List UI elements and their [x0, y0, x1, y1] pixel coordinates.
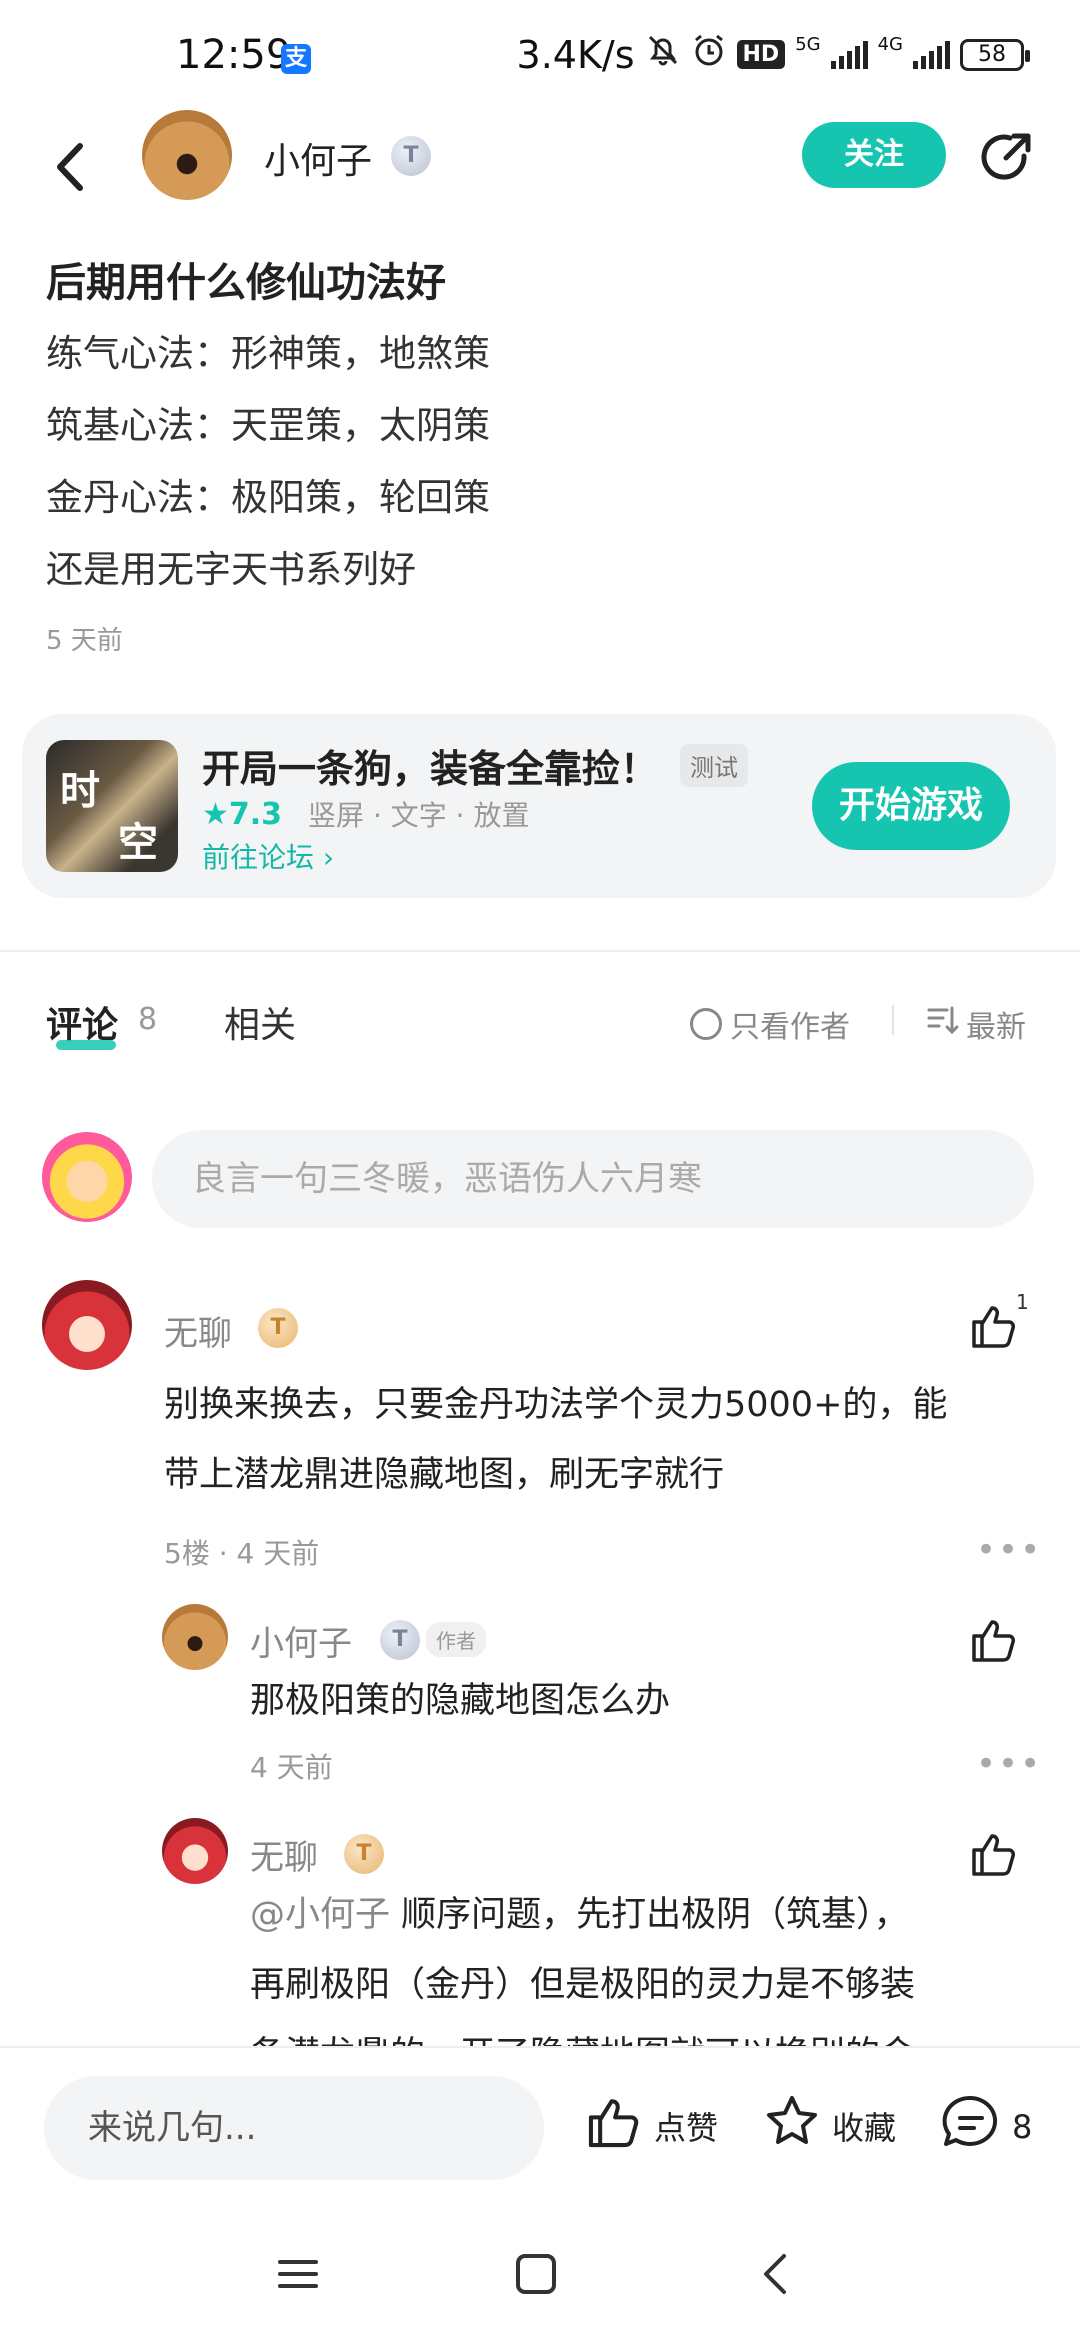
game-title[interactable]: 开局一条狗，装备全靠捡！ — [202, 738, 658, 793]
more-options-icon[interactable]: ••• — [976, 1744, 1042, 1784]
reply-text: @小何子 顺序问题，先打出极阴（筑基）， 再刷极阳（金丹）但是极阳的灵力是不够装… — [250, 1880, 1030, 2046]
alarm-icon — [691, 32, 727, 77]
thumbs-up-icon[interactable] — [968, 1614, 1020, 1666]
star-icon — [762, 2092, 822, 2160]
home-square-icon[interactable] — [506, 2244, 566, 2304]
thumbs-up-icon — [584, 2092, 644, 2160]
mute-bell-icon — [645, 32, 681, 77]
replier-avatar[interactable] — [162, 1818, 228, 1884]
more-options-icon[interactable]: ••• — [976, 1530, 1042, 1570]
comment-line: 带上潜龙鼎进隐藏地图，刷无字就行 — [164, 1455, 725, 1495]
filter-separator — [892, 1005, 894, 1035]
collect-button[interactable]: 收藏 — [762, 2092, 896, 2160]
status-icons: 3.4K/s HD 5G 4G 58 — [516, 32, 1030, 77]
network-speed: 3.4K/s — [516, 32, 635, 77]
comment-line-text: 顺序问题，先打出极阴（筑基）， — [390, 1895, 909, 1935]
author-tag: 作者 — [426, 1622, 486, 1657]
start-game-button[interactable]: 开始游戏 — [812, 762, 1010, 850]
comment-line: 备潜龙鼎的，开了隐藏地图就可以换别的金 — [250, 2020, 1030, 2046]
alipay-icon: 支 — [281, 44, 311, 74]
comment-text: 别换来换去，只要金丹功法学个灵力5000+的，能 带上潜龙鼎进隐藏地图，刷无字就… — [164, 1370, 1044, 1510]
reply-meta: 4 天前 — [250, 1751, 333, 1784]
tab-active-indicator — [56, 1040, 116, 1050]
network-4g-label: 4G — [877, 33, 903, 55]
replier-name[interactable]: 无聊 — [250, 1830, 318, 1879]
commenter-avatar[interactable] — [42, 1280, 132, 1370]
collect-label: 收藏 — [832, 2109, 897, 2147]
only-author-toggle[interactable]: 只看作者 — [690, 1002, 850, 1046]
my-avatar — [42, 1132, 132, 1222]
reply-text: 那极阳策的隐藏地图怎么办 — [250, 1681, 671, 1721]
commenter-name[interactable]: 无聊 — [164, 1306, 232, 1355]
game-card[interactable]: 时 空 开局一条狗，装备全靠捡！ 测试 ★7.3 竖屏 · 文字 · 放置 前往… — [22, 714, 1056, 898]
like-label: 点赞 — [654, 2109, 719, 2147]
post-header: 小何子 T 关注 — [0, 110, 1080, 240]
comment-bubble-icon — [940, 2092, 1002, 2162]
author-avatar[interactable] — [142, 110, 232, 200]
level-badge-icon: T — [344, 1834, 384, 1874]
game-rating: ★7.3 — [202, 796, 283, 832]
bottom-action-bar: 来说几句... 点赞 收藏 8 — [0, 2046, 1080, 2206]
like-button[interactable]: 点赞 — [584, 2092, 718, 2160]
signal-5g-icon — [830, 40, 868, 69]
author-name[interactable]: 小何子 — [264, 132, 372, 184]
status-time: 12:59 — [176, 32, 292, 78]
post-line: 练气心法：形神策，地煞策 — [46, 332, 490, 375]
follow-button[interactable]: 关注 — [802, 122, 946, 188]
sort-icon — [926, 1003, 960, 1045]
replier-name[interactable]: 小何子 — [250, 1616, 352, 1665]
game-icon-char: 时 — [60, 768, 100, 814]
thumbs-up-icon[interactable] — [968, 1300, 1020, 1352]
status-bar: 12:59 支 3.4K/s HD 5G 4G 58 — [0, 0, 1080, 110]
post-content: 后期用什么修仙功法好 练气心法：形神策，地煞策 筑基心法：天罡策，太阴策 金丹心… — [46, 248, 1036, 657]
mention-link[interactable]: @小何子 — [250, 1895, 390, 1935]
battery-icon: 58 — [960, 38, 1030, 71]
replier-avatar[interactable] — [162, 1604, 228, 1670]
thumbs-up-icon[interactable] — [968, 1828, 1020, 1880]
comment-line: 再刷极阳（金丹）但是极阳的灵力是不够装 — [250, 1965, 916, 2005]
forum-link[interactable]: 前往论坛 › — [202, 836, 334, 876]
comment-meta: 5楼 · 4 天前 — [164, 1537, 320, 1570]
network-5g-label: 5G — [795, 33, 821, 55]
menu-icon[interactable] — [268, 2244, 328, 2304]
level-badge-icon: T — [391, 136, 431, 176]
game-icon-char: 空 — [118, 820, 158, 866]
post-title: 后期用什么修仙功法好 — [46, 260, 446, 306]
reply-input[interactable]: 来说几句... — [44, 2076, 544, 2180]
back-arrow-icon[interactable] — [46, 132, 96, 202]
level-badge-icon: T — [258, 1308, 298, 1348]
radio-icon — [690, 1008, 722, 1040]
post-line: 金丹心法：极阳策，轮回策 — [46, 476, 490, 519]
sort-button[interactable]: 最新 — [926, 1002, 1026, 1046]
tab-related[interactable]: 相关 — [224, 996, 296, 1048]
post-line: 还是用无字天书系列好 — [46, 548, 416, 591]
like-count: 1 — [1016, 1290, 1029, 1314]
back-triangle-icon[interactable] — [746, 2244, 806, 2304]
game-tags: 竖屏 · 文字 · 放置 — [308, 799, 530, 832]
post-line: 筑基心法：天罡策，太阴策 — [46, 404, 490, 447]
comment-count: 8 — [138, 1002, 158, 1037]
share-icon[interactable] — [976, 128, 1036, 188]
comment-line: @小何子 顺序问题，先打出极阴（筑基）， — [250, 1880, 1030, 1950]
game-icon[interactable]: 时 空 — [46, 740, 178, 872]
post-timestamp: 5 天前 — [46, 626, 123, 656]
level-badge-icon: T — [380, 1620, 420, 1660]
sort-label: 最新 — [966, 1010, 1026, 1045]
comment-input[interactable]: 良言一句三冬暖，恶语伤人六月寒 — [152, 1130, 1034, 1228]
comment-line: 别换来换去，只要金丹功法学个灵力5000+的，能 — [164, 1385, 948, 1425]
hd-icon: HD — [736, 40, 786, 69]
only-author-label: 只看作者 — [730, 1010, 850, 1045]
game-meta: ★7.3 竖屏 · 文字 · 放置 — [202, 794, 529, 834]
comment-button[interactable]: 8 — [940, 2092, 1032, 2162]
signal-4g-icon — [913, 40, 950, 69]
section-divider — [0, 950, 1080, 952]
system-nav-bar — [0, 2206, 1080, 2340]
comment-count: 8 — [1012, 2108, 1033, 2146]
test-tag: 测试 — [680, 744, 748, 787]
